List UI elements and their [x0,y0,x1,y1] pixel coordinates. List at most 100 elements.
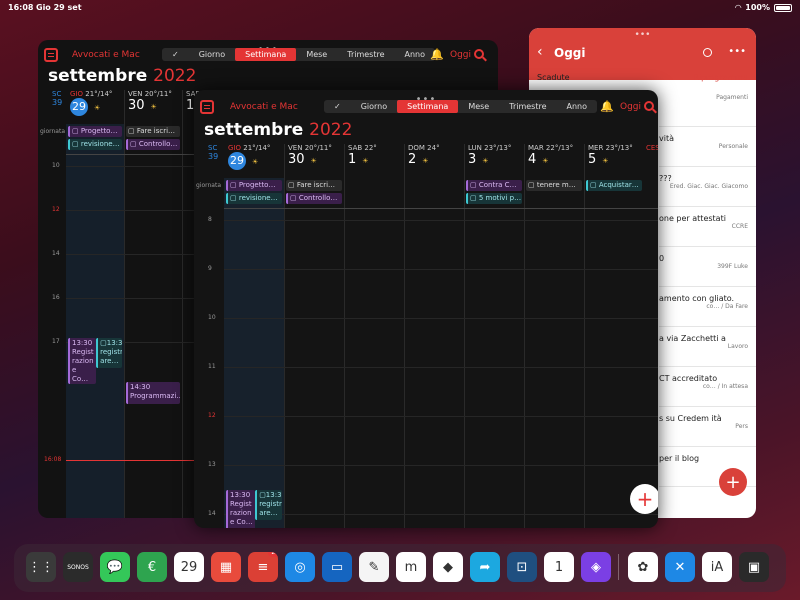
app-library-app-icon[interactable]: ⋮⋮ [26,552,56,582]
add-event-button[interactable]: + [630,484,658,514]
task-row[interactable]: vità Personale [659,134,756,150]
all-day-event[interactable]: ▢ Contra C… [466,180,522,191]
all-day-event[interactable]: ▢ Fare iscri… [126,126,180,137]
segment-giorno[interactable]: Giorno [189,48,235,61]
money-app-icon[interactable]: € [137,552,167,582]
day-temp: 21°/14° [243,144,271,152]
fantastical-app-icon[interactable]: ▦ [211,552,241,582]
check-segment[interactable]: ✓ [324,100,351,113]
task-row[interactable]: 0 399F Luke [659,254,756,270]
recents-app-icon[interactable]: ▣ [739,552,769,582]
day-header-lun[interactable]: LUN 23°/13° 3 ☀ [468,144,522,167]
testflight-app-icon[interactable]: ✕ [665,552,695,582]
segment-settimana[interactable]: Settimana [235,48,297,61]
timed-event[interactable]: ▢13:30 registr are… [255,490,283,520]
all-day-event[interactable]: ▢ Fare iscri… [286,180,342,191]
task-title: per il blog [659,454,700,463]
day-header-mer[interactable]: MER 23°/13° 5 ☀ [588,144,642,167]
task-row[interactable]: one per attestati CCRE [659,214,756,230]
task-project: CCRE [731,223,748,230]
all-day-event[interactable]: ▢ revisione… [226,193,282,204]
all-day-event[interactable]: ▢ tenere m… [526,180,582,191]
search-icon[interactable] [644,101,654,111]
search-icon[interactable] [703,48,712,57]
all-day-event[interactable]: ▢ Controllo… [126,139,180,150]
all-day-event[interactable]: ▢ Progetto… [68,126,122,137]
calendar-list-icon[interactable] [200,100,214,114]
calendar-app-icon[interactable]: 29 [174,552,204,582]
day-number: 3 [468,152,477,167]
weather-icon: ☀ [150,103,157,111]
ia-writer-app-icon[interactable]: iA [702,552,732,582]
today-button[interactable]: Oggi [620,102,641,112]
task-row[interactable]: ??? Ered. Giac. Giac. Giacomo [659,174,756,190]
messages-app-icon[interactable]: 💬 [100,552,130,582]
task-row[interactable]: s su Credem ità Pers [659,414,756,430]
task-row[interactable]: amento con gliato. co… / Da Fare [659,294,756,310]
check-segment[interactable]: ✓ [162,48,189,61]
timed-event[interactable]: 13:30 Regist razion e Co… [68,338,96,384]
reschedule-button[interactable]: Riprogramma [693,73,748,82]
hour-line [224,465,658,466]
window-grabber[interactable]: ••• [635,30,651,40]
all-day-event[interactable]: ▢ Controllo… [286,193,342,204]
all-day-event[interactable]: ▢ Acquistar… [586,180,642,191]
todoist-app-icon[interactable]: ≡ 20 [248,552,278,582]
day-temp: 24° [427,144,440,152]
bell-icon[interactable]: 🔔 [600,100,614,113]
timed-event[interactable]: ▢13:30 registr are… [96,338,123,368]
hour-label: 9 [208,265,212,272]
screens-app-icon[interactable]: ⊡ [507,552,537,582]
day-header-dom[interactable]: DOM 24° 2 ☀ [408,144,462,167]
all-day-event[interactable]: ▢ revisione… [68,139,122,150]
day-header-ven[interactable]: VEN 20°/11° 30 ☀ [128,90,180,113]
segment-anno[interactable]: Anno [395,48,436,61]
day-header-ven[interactable]: VEN 20°/11° 30 ☀ [288,144,342,167]
task-row[interactable]: CT accreditato co… / In attesa [659,374,756,390]
sonos-app-icon[interactable]: SONOS [63,552,93,582]
calendar-window-front[interactable]: •••Avvocati e Mac✓GiornoSettimanaMeseTri… [194,90,658,528]
segment-settimana[interactable]: Settimana [397,100,459,113]
day-header-sab[interactable]: SAB 22° 1 ☀ [348,144,402,167]
photos-app-icon[interactable]: ✿ [628,552,658,582]
all-day-event[interactable]: ▢ Progetto… [226,180,282,191]
search-icon[interactable] [474,49,484,59]
add-task-button[interactable]: + [719,468,747,496]
day-header-gio[interactable]: GIO 21°/14° 29 ☀ [228,144,282,170]
task-title: ??? [659,174,672,183]
segment-mese[interactable]: Mese [458,100,499,113]
files-app-icon[interactable]: ▭ [322,552,352,582]
calendar-list-icon[interactable] [44,48,58,62]
day-header-gio[interactable]: GIO 21°/14° 29 ☀ [70,90,122,116]
shortcuts-app-icon[interactable]: ◈ [581,552,611,582]
notes-app-icon[interactable]: ✎ [359,552,389,582]
today-button[interactable]: Oggi [450,50,471,60]
1password-app-icon[interactable]: 1 [544,552,574,582]
view-segmented-control[interactable]: ✓ Giorno Settimana Mese Trimestre Anno [324,100,598,113]
segment-trimestre[interactable]: Trimestre [337,48,394,61]
segment-trimestre[interactable]: Trimestre [499,100,556,113]
segment-mese[interactable]: Mese [296,48,337,61]
prisma-app-icon[interactable]: ◆ [433,552,463,582]
day-header-mar[interactable]: MAR 22°/13° 4 ☀ [528,144,582,167]
all-day-event[interactable]: ▢ 5 motivi p… [466,193,522,204]
monday-app-icon[interactable]: m [396,552,426,582]
task-divider [659,206,756,207]
segment-giorno[interactable]: Giorno [351,100,397,113]
status-date: Gio 29 set [36,3,82,12]
view-segmented-control[interactable]: ✓ Giorno Settimana Mese Trimestre Anno [162,48,436,61]
timed-event[interactable]: 13:30 Regist razion e Co… [226,490,255,528]
task-row[interactable]: Pagamenti [659,94,756,101]
timed-event[interactable]: 14:30 Programmazi… [126,382,180,404]
task-row[interactable]: a via Zacchetti a Lavoro [659,334,756,350]
all-day-label: giornata [196,182,222,189]
column-separator [584,144,585,528]
back-chevron-icon[interactable]: ‹ [537,44,543,60]
more-icon[interactable]: ••• [728,46,746,57]
task-row[interactable]: per il blog [659,454,756,463]
safari-app-icon[interactable]: ◎ [285,552,315,582]
bell-icon[interactable]: 🔔 [430,48,444,61]
share-app-icon[interactable]: ➦ [470,552,500,582]
day-temp: 22° [364,144,377,152]
segment-anno[interactable]: Anno [557,100,598,113]
